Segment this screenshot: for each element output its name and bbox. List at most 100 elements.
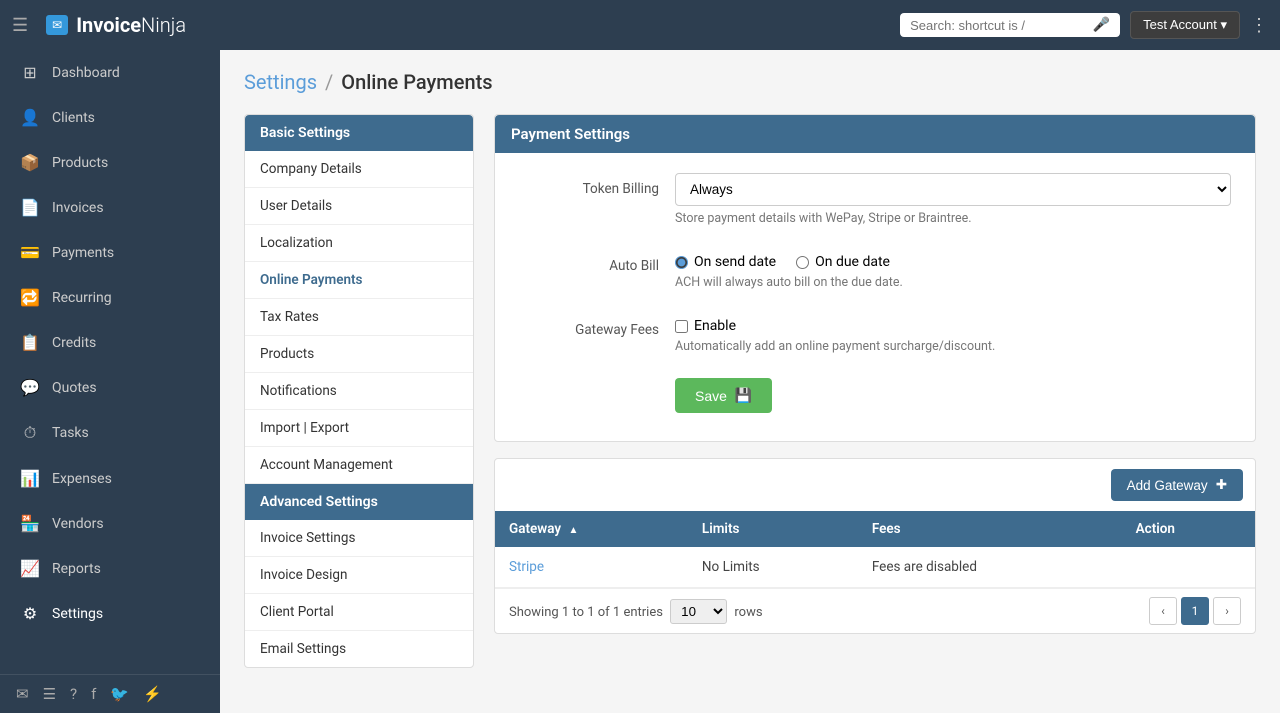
menu-item-tax-rates[interactable]: Tax Rates <box>245 299 473 336</box>
search-input[interactable] <box>910 18 1093 33</box>
search-box[interactable]: 🎤 <box>900 13 1120 37</box>
pagination-page-1[interactable]: 1 <box>1181 597 1209 625</box>
gateway-link[interactable]: Stripe <box>509 559 544 575</box>
facebook-footer-icon[interactable]: f <box>91 685 96 703</box>
gateway-fees-checkbox-label[interactable]: Enable <box>675 314 1231 334</box>
menu-item-company-details[interactable]: Company Details <box>245 151 473 188</box>
invoices-icon: 📄 <box>20 198 40 217</box>
advanced-settings-header: Advanced Settings <box>245 484 473 520</box>
brand-icon: ✉ <box>46 15 68 35</box>
sidebar-item-expenses[interactable]: 📊 Expenses <box>0 456 220 501</box>
add-gateway-button[interactable]: Add Gateway ✚ <box>1111 469 1243 501</box>
credits-icon: 📋 <box>20 333 40 352</box>
quotes-icon: 💬 <box>20 378 40 397</box>
rows-label: rows <box>734 605 762 620</box>
rows-per-page-select[interactable]: 10 25 50 100 <box>670 599 727 624</box>
dashboard-icon: ⊞ <box>20 63 40 82</box>
gateway-fees-checkbox[interactable] <box>675 320 688 333</box>
expenses-icon: 📊 <box>20 469 40 488</box>
pagination-prev[interactable]: ‹ <box>1149 597 1177 625</box>
token-billing-row: Token Billing Always Opt-in Opt-out Disa… <box>519 173 1231 226</box>
github-footer-icon[interactable]: ⚡ <box>143 685 162 703</box>
auto-bill-send-date-radio[interactable] <box>675 256 688 269</box>
save-button[interactable]: Save 💾 <box>675 378 772 413</box>
sort-gateway-icon: ▲ <box>568 525 578 536</box>
sidebar-item-vendors[interactable]: 🏪 Vendors <box>0 501 220 546</box>
add-gateway-label: Add Gateway <box>1127 478 1208 493</box>
payment-settings-card: Payment Settings Token Billing Always Op… <box>494 114 1256 442</box>
sidebar-item-invoices[interactable]: 📄 Invoices <box>0 185 220 230</box>
sidebar-footer: ✉ ☰ ? f 🐦 ⚡ <box>0 674 220 713</box>
cell-action <box>1122 547 1255 588</box>
pagination-next[interactable]: › <box>1213 597 1241 625</box>
products-icon: 📦 <box>20 153 40 172</box>
auto-bill-send-date-label: On send date <box>694 254 776 270</box>
gateway-fees-row: Gateway Fees Enable Automatically add an… <box>519 314 1231 354</box>
sidebar-item-recurring[interactable]: 🔁 Recurring <box>0 275 220 320</box>
auto-bill-due-date-radio[interactable] <box>796 256 809 269</box>
menu-item-localization[interactable]: Localization <box>245 225 473 262</box>
gateway-fees-label: Gateway Fees <box>519 314 659 338</box>
sidebar-item-quotes[interactable]: 💬 Quotes <box>0 365 220 410</box>
menu-item-client-portal[interactable]: Client Portal <box>245 594 473 631</box>
col-limits[interactable]: Limits <box>688 511 858 547</box>
auto-bill-radio-group: On send date On due date <box>675 250 1231 270</box>
breadcrumb-separator: / <box>325 70 333 94</box>
sidebar-item-settings[interactable]: ⚙ Settings <box>0 591 220 636</box>
basic-settings-header: Basic Settings <box>245 115 473 151</box>
sidebar-item-label: Quotes <box>52 380 97 396</box>
menu-item-invoice-design[interactable]: Invoice Design <box>245 557 473 594</box>
clients-icon: 👤 <box>20 108 40 127</box>
help-footer-icon[interactable]: ? <box>70 685 77 703</box>
sidebar-item-label: Credits <box>52 335 96 351</box>
hamburger-icon[interactable]: ☰ <box>12 15 28 36</box>
sidebar-item-clients[interactable]: 👤 Clients <box>0 95 220 140</box>
col-action-label: Action <box>1136 521 1175 537</box>
token-billing-hint: Store payment details with WePay, Stripe… <box>675 211 1231 226</box>
sidebar-item-dashboard[interactable]: ⊞ Dashboard <box>0 50 220 95</box>
sidebar-item-payments[interactable]: 💳 Payments <box>0 230 220 275</box>
cell-fees: Fees are disabled <box>858 547 1122 588</box>
menu-item-invoice-settings[interactable]: Invoice Settings <box>245 520 473 557</box>
menu-item-products[interactable]: Products <box>245 336 473 373</box>
token-billing-control: Always Opt-in Opt-out Disabled Store pay… <box>675 173 1231 226</box>
auto-bill-hint: ACH will always auto bill on the due dat… <box>675 275 1231 290</box>
sidebar-item-tasks[interactable]: ⏱ Tasks <box>0 410 220 456</box>
sidebar-item-label: Clients <box>52 110 95 126</box>
main-content: Settings / Online Payments Basic Setting… <box>220 50 1280 713</box>
breadcrumb-settings-link[interactable]: Settings <box>244 70 317 94</box>
auto-bill-due-date[interactable]: On due date <box>796 254 890 270</box>
gateway-section: Add Gateway ✚ Gateway ▲ <box>494 458 1256 634</box>
recurring-icon: 🔁 <box>20 288 40 307</box>
token-billing-label: Token Billing <box>519 173 659 197</box>
col-action[interactable]: Action <box>1122 511 1255 547</box>
sidebar-item-products[interactable]: 📦 Products <box>0 140 220 185</box>
menu-item-account-management[interactable]: Account Management <box>245 447 473 484</box>
token-billing-select[interactable]: Always Opt-in Opt-out Disabled <box>675 173 1231 206</box>
table-header-row: Gateway ▲ Limits Fees Acti <box>495 511 1255 547</box>
list-footer-icon[interactable]: ☰ <box>43 685 56 703</box>
sidebar-item-credits[interactable]: 📋 Credits <box>0 320 220 365</box>
menu-item-import-export[interactable]: Import | Export <box>245 410 473 447</box>
menu-item-email-settings[interactable]: Email Settings <box>245 631 473 667</box>
navbar-menu-icon[interactable]: ⋮ <box>1250 15 1268 36</box>
settings-menu: Basic Settings Company Details User Deta… <box>244 114 474 668</box>
menu-item-online-payments[interactable]: Online Payments <box>245 262 473 299</box>
email-footer-icon[interactable]: ✉ <box>16 685 29 703</box>
col-fees[interactable]: Fees <box>858 511 1122 547</box>
auto-bill-send-date[interactable]: On send date <box>675 254 776 270</box>
pagination: ‹ 1 › <box>1149 597 1241 625</box>
twitter-footer-icon[interactable]: 🐦 <box>110 685 129 703</box>
gateway-fees-checkbox-text: Enable <box>694 318 736 334</box>
col-gateway[interactable]: Gateway ▲ <box>495 511 688 547</box>
sidebar-item-reports[interactable]: 📈 Reports <box>0 546 220 591</box>
menu-item-user-details[interactable]: User Details <box>245 188 473 225</box>
content-grid: Basic Settings Company Details User Deta… <box>244 114 1256 668</box>
sidebar-item-label: Invoices <box>52 200 104 216</box>
menu-item-notifications[interactable]: Notifications <box>245 373 473 410</box>
account-button[interactable]: Test Account ▾ <box>1130 11 1240 39</box>
payments-icon: 💳 <box>20 243 40 262</box>
sidebar-item-label: Dashboard <box>52 65 120 81</box>
table-row: Stripe No Limits Fees are disabled <box>495 547 1255 588</box>
breadcrumb-current: Online Payments <box>341 70 492 94</box>
